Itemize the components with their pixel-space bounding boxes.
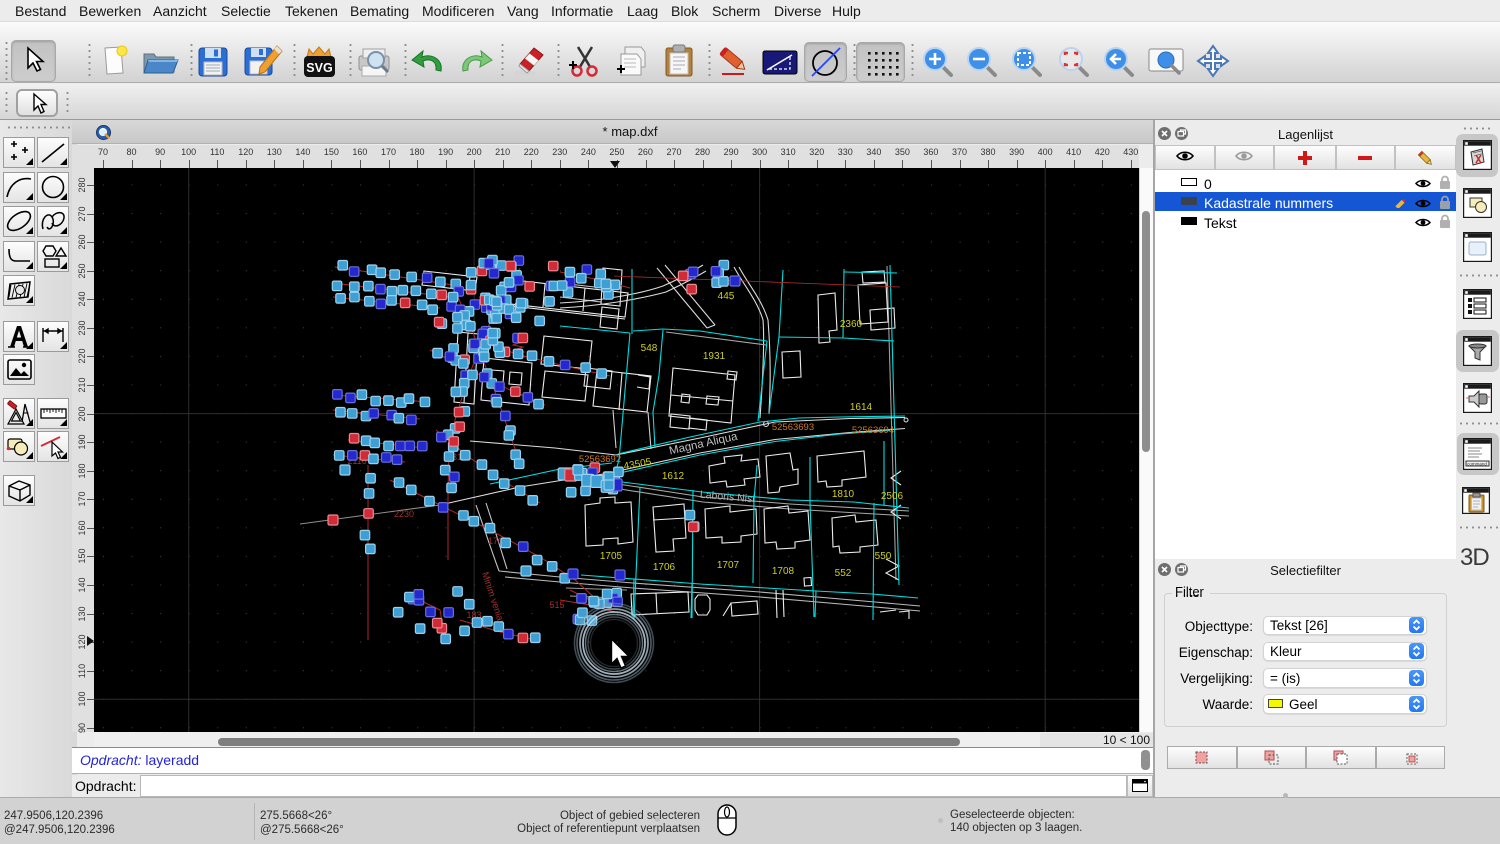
svg-text:1705: 1705 (600, 551, 623, 562)
svg-text:550: 550 (875, 551, 892, 562)
svg-text:2230: 2230 (394, 509, 414, 519)
svg-text:1707: 1707 (717, 560, 740, 571)
svg-text:SVG: SVG (306, 61, 332, 75)
svg-text:1708: 1708 (772, 566, 795, 577)
svg-text:2506: 2506 (881, 491, 904, 502)
svg-text:1706: 1706 (653, 562, 676, 573)
svg-text:515: 515 (549, 600, 564, 610)
svg-text:command: command (1467, 462, 1487, 467)
svg-text:552: 552 (835, 568, 852, 579)
svg-text:1931: 1931 (703, 351, 726, 362)
svg-text:445: 445 (718, 291, 735, 302)
svg-text:548: 548 (641, 343, 658, 354)
svg-text:1612: 1612 (662, 471, 685, 482)
svg-text:52563694: 52563694 (852, 425, 894, 436)
svg-text:1810: 1810 (832, 489, 855, 500)
svg-text:2360: 2360 (840, 319, 863, 330)
svg-text:52563693: 52563693 (772, 422, 814, 433)
svg-text:1614: 1614 (850, 402, 873, 413)
